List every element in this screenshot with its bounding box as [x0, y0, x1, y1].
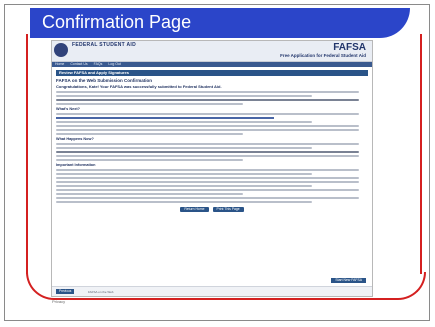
nav-faqs[interactable]: FAQs [94, 62, 103, 67]
text-line [56, 95, 312, 97]
text-line [56, 197, 359, 199]
text-line [56, 193, 244, 195]
text-line [56, 185, 312, 187]
previous-button[interactable]: Previous [56, 289, 75, 294]
text-line [56, 121, 312, 123]
text-line [56, 169, 359, 171]
right-accent-line [420, 34, 422, 274]
action-buttons: Return Home Print This Page [56, 207, 368, 212]
text-line [56, 177, 359, 179]
text-line [56, 113, 359, 115]
left-accent-line [26, 34, 28, 274]
subhead-important: Important Information [56, 163, 96, 167]
text-line [56, 201, 312, 203]
confirmation-heading: FAFSA on the Web Submission Confirmation [56, 78, 153, 83]
text-line [56, 103, 244, 105]
confirmation-content: Review FAFSA and Apply Signatures FAFSA … [52, 67, 372, 212]
site-footer: Previous FAFSA on the Web [52, 286, 372, 296]
subhead-whats-next: What's Next? [56, 107, 80, 111]
return-home-button[interactable]: Return Home [180, 207, 209, 212]
text-line [56, 189, 359, 191]
congratulations-text: Congratulations, Kate! Your FAFSA was su… [56, 84, 222, 89]
site-banner: FEDERAL STUDENT AID FAFSA Free Applicati… [52, 41, 372, 62]
text-line [56, 125, 359, 127]
nav-home[interactable]: Home [55, 62, 64, 67]
text-line [56, 129, 359, 131]
text-line [56, 99, 359, 101]
text-line [56, 155, 359, 157]
text-line [56, 173, 312, 175]
text-line [56, 151, 359, 153]
text-line [56, 147, 312, 149]
seal-icon [54, 43, 68, 57]
text-line [56, 133, 244, 135]
embedded-screenshot: FEDERAL STUDENT AID FAFSA Free Applicati… [51, 40, 373, 297]
fafsa-logo: FAFSA [333, 42, 366, 53]
inline-link[interactable] [56, 117, 275, 119]
privacy-link[interactable]: Privacy [52, 299, 65, 304]
nav-contact[interactable]: Contact Us [70, 62, 87, 67]
nav-logout[interactable]: Log Out [108, 62, 120, 67]
start-new-fafsa-button[interactable]: Start New FAFSA [331, 278, 366, 283]
slide-title: Confirmation Page [42, 12, 192, 32]
agency-name: FEDERAL STUDENT AID [72, 42, 137, 48]
fafsa-subtitle: Free Application for Federal Student Aid [280, 53, 366, 58]
print-page-button[interactable]: Print This Page [212, 207, 244, 212]
text-line [56, 181, 359, 183]
text-line [56, 91, 359, 93]
footer-info: FAFSA on the Web [88, 290, 114, 294]
section-header: Review FAFSA and Apply Signatures [56, 70, 368, 76]
text-line [56, 143, 359, 145]
subhead-what-happens: What Happens Now? [56, 137, 94, 141]
text-line [56, 159, 244, 161]
